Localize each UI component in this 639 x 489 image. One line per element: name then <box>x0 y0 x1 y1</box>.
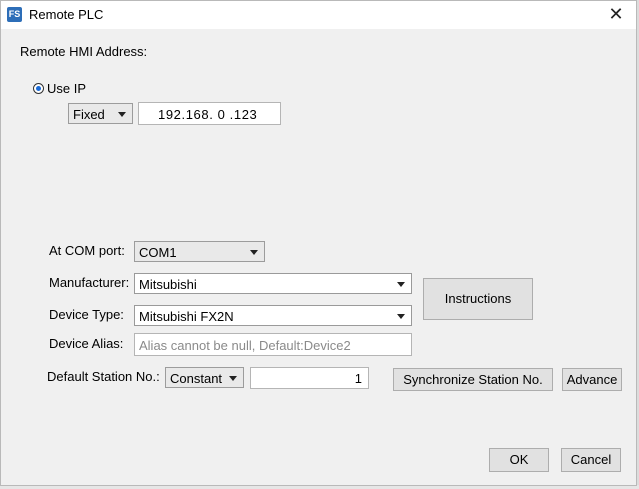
use-ip-radio[interactable] <box>33 83 44 94</box>
manufacturer-select[interactable]: Mitsubishi <box>134 273 412 294</box>
cancel-button-label: Cancel <box>570 452 612 467</box>
instructions-button[interactable]: Instructions <box>423 278 533 320</box>
title-bar: FS Remote PLC ✕ <box>1 1 636 29</box>
use-ip-label[interactable]: Use IP <box>47 81 86 96</box>
ip-address-input[interactable]: 192.168. 0 .123 <box>138 102 281 125</box>
station-number-input[interactable]: 1 <box>250 367 369 389</box>
device-alias-placeholder: Alias cannot be null, Default:Device2 <box>139 338 351 353</box>
chevron-down-icon <box>118 112 126 117</box>
device-alias-input[interactable]: Alias cannot be null, Default:Device2 <box>134 333 412 356</box>
close-icon[interactable]: ✕ <box>606 4 626 24</box>
ip-address-value: 192.168. 0 .123 <box>158 107 258 122</box>
chevron-down-icon <box>250 250 258 255</box>
device-type-label: Device Type: <box>49 307 124 322</box>
advance-button[interactable]: Advance <box>562 368 622 391</box>
advance-button-label: Advance <box>566 372 618 387</box>
device-type-select[interactable]: Mitsubishi FX2N <box>134 305 412 326</box>
station-number-value: 1 <box>354 371 362 386</box>
manufacturer-value: Mitsubishi <box>139 277 197 292</box>
ok-button-label: OK <box>509 452 529 467</box>
remote-hmi-address-label: Remote HMI Address: <box>20 44 148 59</box>
cancel-button[interactable]: Cancel <box>561 448 621 472</box>
chevron-down-icon <box>229 376 237 381</box>
com-port-label: At COM port: <box>49 243 125 258</box>
default-station-label: Default Station No.: <box>47 369 160 384</box>
manufacturer-label: Manufacturer: <box>49 275 130 290</box>
station-mode-value: Constant <box>170 371 223 386</box>
ok-button[interactable]: OK <box>489 448 549 472</box>
com-port-value: COM1 <box>139 245 177 260</box>
ip-mode-select[interactable]: Fixed <box>68 103 133 124</box>
remote-plc-dialog: FS Remote PLC ✕ Remote HMI Address: Use … <box>0 0 637 486</box>
app-icon: FS <box>7 7 22 22</box>
synchronize-station-button-label: Synchronize Station No. <box>403 372 543 387</box>
station-mode-select[interactable]: Constant <box>165 367 244 388</box>
ip-mode-value: Fixed <box>73 107 105 122</box>
device-alias-label: Device Alias: <box>49 336 124 351</box>
instructions-button-label: Instructions <box>444 291 512 306</box>
synchronize-station-button[interactable]: Synchronize Station No. <box>393 368 553 391</box>
device-type-value: Mitsubishi FX2N <box>139 309 234 324</box>
dialog-title: Remote PLC <box>29 7 104 22</box>
com-port-select[interactable]: COM1 <box>134 241 265 262</box>
chevron-down-icon <box>397 314 405 319</box>
chevron-down-icon <box>397 282 405 287</box>
